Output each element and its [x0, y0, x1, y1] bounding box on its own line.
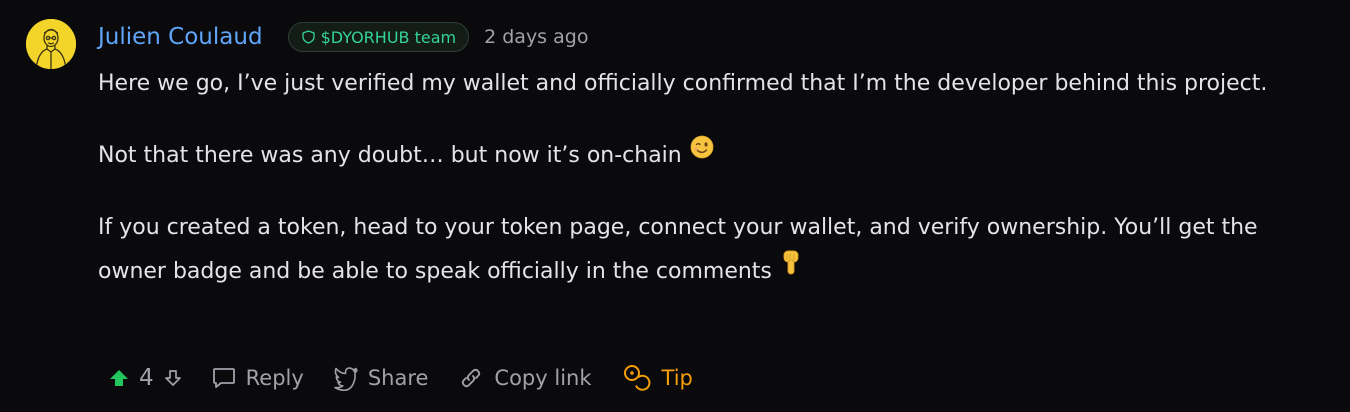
backhand-index-pointing-down-emoji: [779, 248, 803, 292]
winking-face-emoji: [689, 132, 715, 176]
tip-label: Tip: [661, 366, 693, 390]
vote-control: 4: [108, 365, 183, 391]
badge-label: $DYORHUB team: [320, 27, 457, 47]
vote-count: 4: [139, 365, 154, 391]
upvote-arrow-icon[interactable]: [108, 367, 130, 389]
shield-icon: [301, 30, 315, 44]
tip-button[interactable]: Tip: [621, 362, 693, 394]
link-icon: [457, 364, 485, 392]
comment-paragraph-2: Not that there was any doubt… but now it…: [98, 134, 1323, 178]
paragraph-text: Here we go, I’ve just verified my wallet…: [98, 71, 1268, 96]
paragraph-text: Not that there was any doubt… but now it…: [98, 143, 682, 168]
reply-label: Reply: [245, 366, 304, 390]
copy-link-label: Copy link: [494, 366, 592, 390]
share-twitter-icon: [333, 365, 359, 391]
author-name[interactable]: Julien Coulaud: [98, 24, 263, 50]
share-button[interactable]: Share: [333, 365, 429, 391]
copy-link-button[interactable]: Copy link: [457, 364, 592, 392]
comment-paragraph-3: If you created a token, head to your tok…: [98, 206, 1323, 294]
comment-actions: 4 Reply Share Copy link Tip: [108, 356, 693, 400]
timestamp: 2 days ago: [484, 26, 589, 48]
share-label: Share: [367, 366, 429, 390]
downvote-arrow-icon[interactable]: [163, 368, 183, 388]
comment-header: Julien Coulaud $DYORHUB team 2 days ago: [98, 19, 588, 55]
reply-bubble-icon: [211, 365, 237, 391]
paragraph-text: If you created a token, head to your tok…: [98, 215, 1258, 284]
avatar[interactable]: [26, 19, 76, 69]
team-badge: $DYORHUB team: [287, 22, 470, 52]
reply-button[interactable]: Reply: [211, 365, 304, 391]
comment-body: Here we go, I’ve just verified my wallet…: [98, 62, 1323, 322]
coins-icon: [621, 362, 653, 394]
comment-paragraph-1: Here we go, I’ve just verified my wallet…: [98, 62, 1323, 106]
